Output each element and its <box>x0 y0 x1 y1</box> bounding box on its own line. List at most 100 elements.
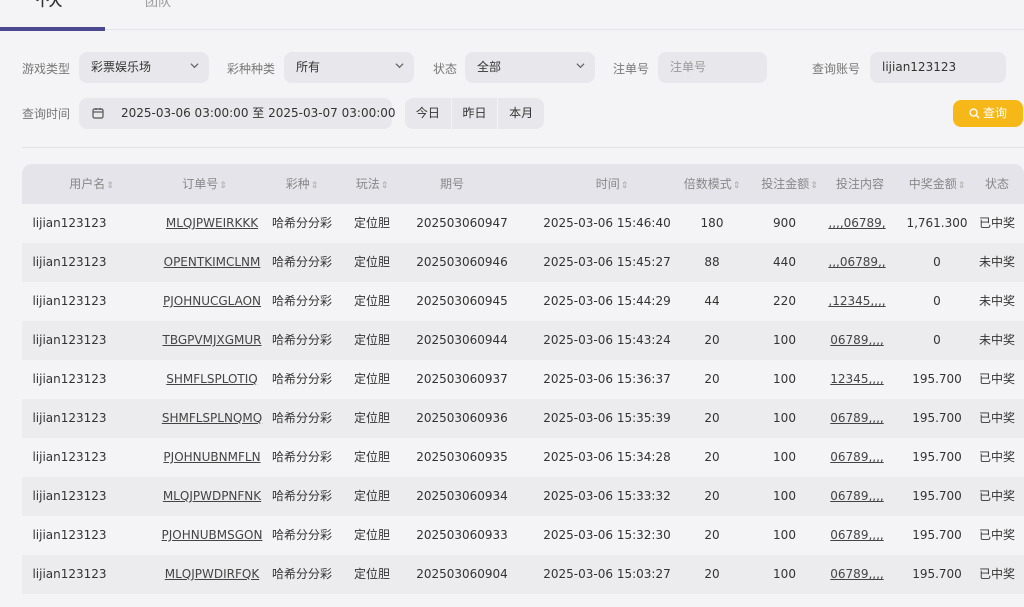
cell-bet-amount: 100 <box>773 411 796 425</box>
cell-lottery: 哈希分分彩 <box>272 255 333 269</box>
cell-lottery: 哈希分分彩 <box>272 333 333 347</box>
header-win-amount[interactable]: 中奖金额⇕ <box>902 164 972 206</box>
cell-period: 202503060945 <box>416 294 508 308</box>
sort-icon: ⇕ <box>810 181 818 191</box>
tab-personal[interactable]: 个人 <box>36 0 62 11</box>
cell-play-type: 定位胆 <box>353 294 390 308</box>
cell-order-number[interactable]: TBGPVMJXGMUR <box>142 321 282 360</box>
header-bet-content: 投注内容 <box>835 177 884 191</box>
cell-status: 未中奖 <box>978 255 1015 269</box>
cell-time: 2025-03-06 15:36:37 <box>543 372 671 386</box>
cell-order-number[interactable]: MLQJPWEIRKKK <box>142 204 282 243</box>
cell-bet-content[interactable]: ,,,,06789, <box>822 204 892 243</box>
sort-icon: ⇕ <box>219 181 227 191</box>
status-select[interactable]: 全部 <box>465 52 595 83</box>
cell-win-amount: 195.700 <box>912 450 962 464</box>
table-row: lijian123123 SHMFLSPLOTIQ 哈希分分彩 定位胆 20250306… <box>22 360 1024 399</box>
cell-bet-content[interactable]: 06789,,,, <box>822 438 892 477</box>
cell-order-number[interactable]: OPENTKIMCLNM <box>142 243 282 282</box>
table-row: lijian123123 PJOHNUBMSGON 哈希分分彩 定位胆 20250306… <box>22 516 1024 555</box>
cell-period: 202503060933 <box>416 528 508 542</box>
cell-username: lijian123123 <box>32 333 107 347</box>
cell-bet-content[interactable]: 12345,,,, <box>822 360 892 399</box>
cell-time: 2025-03-06 15:43:24 <box>543 333 671 347</box>
cell-bet-content[interactable]: ,12345,,,, <box>822 282 892 321</box>
cell-username: lijian123123 <box>32 255 107 269</box>
cell-bet-content[interactable]: 06789,,,, <box>822 516 892 555</box>
cell-period: 202503060944 <box>416 333 508 347</box>
cell-win-amount: 195.700 <box>912 567 962 581</box>
cell-order-number[interactable]: SHMFLSPLNQMQ <box>142 399 282 438</box>
cell-order-number[interactable]: PJOHNUBNMFLN <box>142 438 282 477</box>
sort-icon: ⇕ <box>620 181 629 191</box>
account-label: 查询账号 <box>812 62 861 76</box>
cell-bet-content[interactable]: 06789,,,, <box>822 399 892 438</box>
order-number-input[interactable]: 注单号 <box>658 52 767 83</box>
account-input[interactable]: lijian123123 <box>870 52 1006 83</box>
lottery-type-select[interactable]: 所有 <box>284 52 414 83</box>
header-play-type[interactable]: 玩法⇕ <box>347 164 397 206</box>
order-number-label: 注单号 <box>613 62 650 76</box>
cell-time: 2025-03-06 15:35:39 <box>543 411 671 425</box>
cell-bet-content[interactable]: 06789,,,, <box>822 555 892 594</box>
cell-lottery: 哈希分分彩 <box>272 528 333 542</box>
cell-username: lijian123123 <box>32 528 107 542</box>
search-button-label: 查询 <box>982 106 1007 120</box>
cell-order-number[interactable]: MLQJPWDIRFQK <box>142 555 282 594</box>
date-range-picker[interactable]: 2025-03-06 03:00:00 至 2025-03-07 03:00:0… <box>79 98 396 129</box>
cell-username: lijian123123 <box>32 372 107 386</box>
this-month-button[interactable]: 本月 <box>498 98 544 129</box>
cell-win-amount: 195.700 <box>912 411 962 425</box>
cell-time: 2025-03-06 15:03:27 <box>543 567 671 581</box>
cell-bet-amount: 100 <box>773 489 796 503</box>
cell-bet-content[interactable]: 06789,,,, <box>822 477 892 516</box>
cell-win-amount: 195.700 <box>912 489 962 503</box>
cell-bet-amount: 220 <box>773 294 796 308</box>
sort-icon: ⇕ <box>732 181 741 191</box>
sort-icon: ⇕ <box>380 181 389 191</box>
cell-multiplier: 88 <box>704 255 720 269</box>
cell-bet-content[interactable]: 06789,,,, <box>822 321 892 360</box>
cell-play-type: 定位胆 <box>353 528 390 542</box>
header-order-number[interactable]: 订单号⇕ <box>152 164 257 206</box>
header-bet-amount[interactable]: 投注金额⇕ <box>752 164 827 206</box>
calendar-icon <box>92 108 104 119</box>
cell-period: 202503060934 <box>416 489 508 503</box>
game-type-select[interactable]: 彩票娱乐场 <box>79 52 209 83</box>
tab-bar: 个人 团队 <box>0 0 1024 31</box>
cell-order-number[interactable]: SHMFLSPLOTIQ <box>142 360 282 399</box>
table-row: lijian123123 PJOHNUBNMFLN 哈希分分彩 定位胆 20250306… <box>22 438 1024 477</box>
cell-win-amount: 1,761.300 <box>906 216 968 230</box>
cell-order-number[interactable]: PJOHNUCGLAON <box>142 282 282 321</box>
tab-team[interactable]: 团队 <box>145 0 171 11</box>
table-row: lijian123123 PJOHNUCGLAON 哈希分分彩 定位胆 20250306… <box>22 282 1024 321</box>
header-status: 状态 <box>984 177 1009 191</box>
header-multiplier[interactable]: 倍数模式⇕ <box>677 164 747 206</box>
header-username[interactable]: 用户名⇕ <box>44 164 139 206</box>
date-range-value: 2025-03-06 03:00:00 至 2025-03-07 03:00:0… <box>121 106 396 120</box>
header-time[interactable]: 时间⇕ <box>562 164 662 206</box>
search-button[interactable]: 查询 <box>953 100 1023 127</box>
today-button[interactable]: 今日 <box>405 98 452 129</box>
cell-username: lijian123123 <box>32 567 107 581</box>
cell-bet-content[interactable]: ,,,06789,, <box>822 243 892 282</box>
cell-period: 202503060946 <box>416 255 508 269</box>
divider <box>22 147 1024 148</box>
cell-order-number[interactable]: MLQJPWDPNFNK <box>142 477 282 516</box>
status-label: 状态 <box>433 62 458 76</box>
cell-lottery: 哈希分分彩 <box>272 294 333 308</box>
cell-multiplier: 20 <box>704 372 720 386</box>
cell-order-number[interactable]: PJOHNUBMSGON <box>142 516 282 555</box>
cell-play-type: 定位胆 <box>353 216 390 230</box>
cell-lottery: 哈希分分彩 <box>272 411 333 425</box>
cell-status: 已中奖 <box>978 567 1015 581</box>
cell-status: 未中奖 <box>978 294 1015 308</box>
cell-multiplier: 20 <box>704 333 720 347</box>
cell-win-amount: 0 <box>933 294 941 308</box>
table-header: 用户名⇕ 订单号⇕ 彩种⇕ 玩法⇕ 期号 时间⇕ 倍数模式⇕ 投注金额⇕ 投注内… <box>22 164 1024 204</box>
yesterday-button[interactable]: 昨日 <box>452 98 499 129</box>
header-lottery[interactable]: 彩种⇕ <box>272 164 332 206</box>
cell-time: 2025-03-06 15:33:32 <box>543 489 671 503</box>
table-row: lijian123123 MLQJPWDPNFNK 哈希分分彩 定位胆 20250306… <box>22 477 1024 516</box>
cell-lottery: 哈希分分彩 <box>272 450 333 464</box>
